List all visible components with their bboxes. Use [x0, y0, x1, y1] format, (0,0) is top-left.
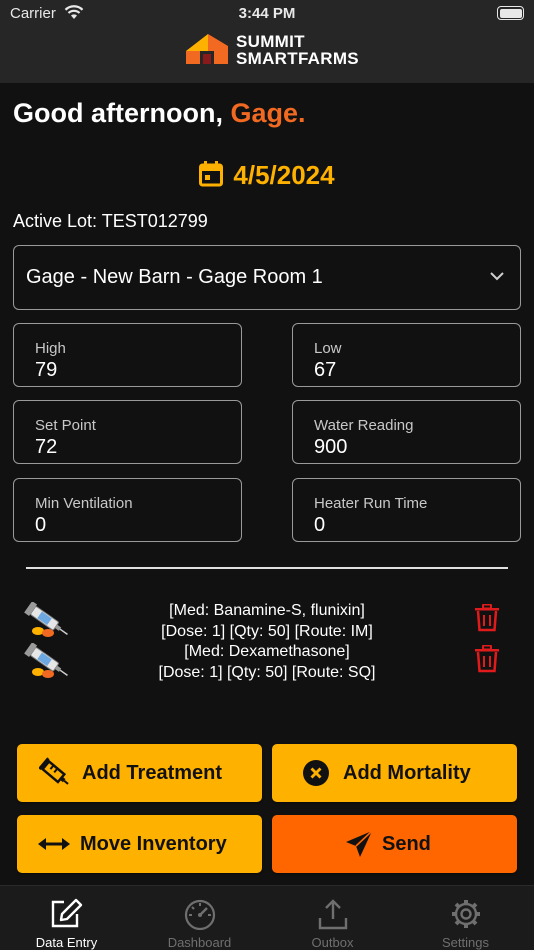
treatment-dose: [Dose: 1] [Qty: 50] [Route: SQ]	[158, 664, 376, 681]
tab-dashboard-label: Dashboard	[167, 935, 232, 950]
syringe-icon	[39, 757, 69, 785]
low-label: Low	[314, 340, 342, 357]
treatment-details: [Med: Banamine-S, flunixin] [Dose: 1] [Q…	[100, 600, 434, 642]
high-value: 79	[35, 359, 58, 381]
min-ventilation-value: 0	[35, 514, 47, 536]
syringe-pills-icon	[24, 602, 68, 637]
high-label: High	[35, 340, 66, 357]
min-ventilation-field[interactable]: Min Ventilation 0	[13, 478, 242, 542]
heater-run-time-label: Heater Run Time	[314, 495, 428, 512]
chevron-down-icon	[490, 272, 504, 281]
min-ventilation-label: Min Ventilation	[35, 495, 133, 512]
bottom-nav: Data Entry Dashboard Outbox Settings	[0, 885, 534, 950]
add-mortality-button[interactable]: Add Mortality	[272, 744, 517, 802]
water-reading-field[interactable]: Water Reading 900	[292, 400, 521, 464]
add-mortality-label: Add Mortality	[343, 762, 471, 784]
user-name: Gage.	[230, 98, 306, 128]
room-select-value: Gage - New Barn - Gage Room 1	[26, 266, 323, 288]
move-inventory-label: Move Inventory	[80, 833, 227, 855]
trash-icon[interactable]	[474, 604, 500, 632]
arrows-horizontal-icon	[38, 838, 70, 850]
active-lot: Active Lot: TEST012799	[13, 211, 208, 231]
syringe-pills-icon	[24, 643, 68, 678]
edit-icon	[51, 898, 83, 928]
water-reading-value: 900	[314, 436, 348, 458]
send-button[interactable]: Send	[272, 815, 517, 873]
set-point-field[interactable]: Set Point 72	[13, 400, 242, 464]
add-treatment-button[interactable]: Add Treatment	[17, 744, 262, 802]
date-value: 4/5/2024	[233, 160, 335, 190]
gear-icon	[452, 900, 480, 928]
greeting-prefix: Good afternoon,	[13, 98, 231, 128]
upload-icon	[318, 899, 348, 930]
heater-run-time-field[interactable]: Heater Run Time 0	[292, 478, 521, 542]
tab-settings-label: Settings	[442, 935, 489, 950]
speedometer-icon	[184, 899, 216, 930]
water-reading-label: Water Reading	[314, 417, 414, 434]
brand-line-2: SMARTFARMS	[236, 49, 359, 68]
treatment-med: [Med: Dexamethasone]	[184, 643, 350, 660]
status-bar: Carrier 3:44 PM	[0, 0, 534, 28]
treatment-item: [Med: Banamine-S, flunixin] [Dose: 1] [Q…	[0, 600, 534, 642]
tab-dashboard[interactable]: Dashboard	[133, 886, 266, 950]
send-label: Send	[382, 833, 431, 855]
divider	[26, 567, 508, 569]
room-select[interactable]: Gage - New Barn - Gage Room 1	[13, 245, 521, 310]
set-point-label: Set Point	[35, 417, 96, 434]
brand-name: SUMMIT SMARTFARMS	[236, 33, 359, 67]
tab-outbox-label: Outbox	[311, 935, 354, 950]
trash-icon[interactable]	[474, 645, 500, 673]
greeting: Good afternoon, Gage.	[13, 98, 306, 129]
heater-run-time-value: 0	[314, 514, 326, 536]
treatment-details: [Med: Dexamethasone] [Dose: 1] [Qty: 50]…	[100, 641, 434, 683]
app-header: SUMMIT SMARTFARMS	[0, 28, 534, 83]
clock: 3:44 PM	[238, 5, 296, 22]
tab-outbox[interactable]: Outbox	[266, 886, 399, 950]
paper-plane-icon	[346, 830, 373, 857]
treatment-item: [Med: Dexamethasone] [Dose: 1] [Qty: 50]…	[0, 641, 534, 683]
high-field[interactable]: High 79	[13, 323, 242, 387]
tab-data-entry-label: Data Entry	[35, 935, 98, 950]
brand-line-1: SUMMIT	[236, 32, 305, 51]
set-point-value: 72	[35, 436, 58, 458]
battery-icon	[497, 6, 524, 20]
add-treatment-label: Add Treatment	[82, 762, 223, 784]
summit-logo-icon	[186, 34, 228, 64]
tab-data-entry[interactable]: Data Entry	[0, 886, 133, 950]
move-inventory-button[interactable]: Move Inventory	[17, 815, 262, 873]
treatment-med: [Med: Banamine-S, flunixin]	[169, 602, 365, 619]
x-circle-icon	[303, 760, 329, 786]
date-picker[interactable]: 4/5/2024	[0, 160, 534, 191]
calendar-icon	[199, 161, 224, 187]
treatment-dose: [Dose: 1] [Qty: 50] [Route: IM]	[161, 623, 373, 640]
low-value: 67	[314, 359, 337, 381]
tab-settings[interactable]: Settings	[399, 886, 532, 950]
low-field[interactable]: Low 67	[292, 323, 521, 387]
